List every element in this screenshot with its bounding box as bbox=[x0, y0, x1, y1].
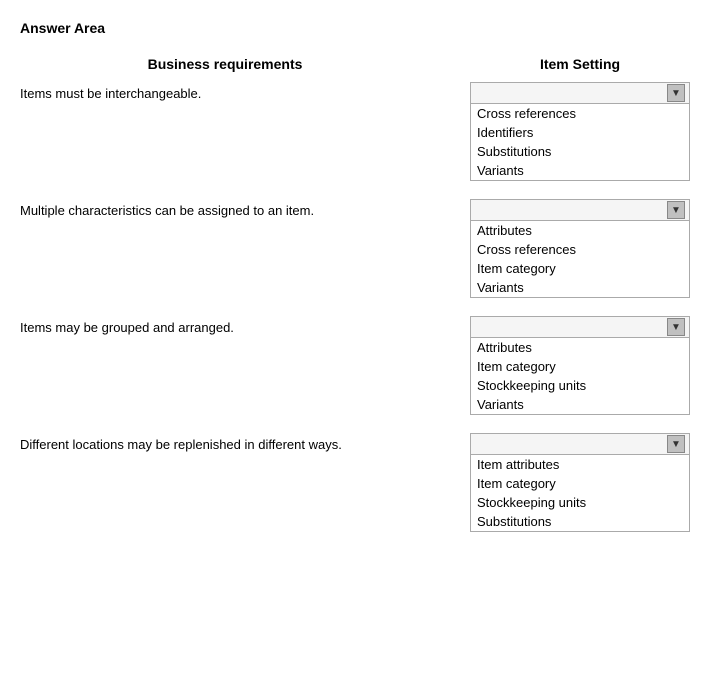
dropdown-options-2: AttributesCross referencesItem categoryV… bbox=[470, 221, 690, 298]
dropdown-option-2-2[interactable]: Cross references bbox=[471, 240, 689, 259]
dropdown-select-2[interactable]: ▼ bbox=[470, 199, 690, 221]
chevron-down-icon-4: ▼ bbox=[667, 435, 685, 453]
business-req-3: Items may be grouped and arranged. bbox=[20, 316, 470, 335]
dropdown-container-3: ▼ AttributesItem categoryStockkeeping uni… bbox=[470, 316, 690, 415]
rows-container: Items must be interchangeable. ▼ Cross ref… bbox=[20, 82, 690, 532]
dropdown-options-4: Item attributesItem categoryStockkeeping… bbox=[470, 455, 690, 532]
dropdown-option-3-2[interactable]: Item category bbox=[471, 357, 689, 376]
dropdown-option-3-4[interactable]: Variants bbox=[471, 395, 689, 414]
dropdown-option-1-2[interactable]: Identifiers bbox=[471, 123, 689, 142]
table-row: Items may be grouped and arranged. ▼ Attri… bbox=[20, 316, 690, 415]
dropdown-option-2-4[interactable]: Variants bbox=[471, 278, 689, 297]
table-row: Different locations may be replenished i… bbox=[20, 433, 690, 532]
dropdown-option-3-1[interactable]: Attributes bbox=[471, 338, 689, 357]
dropdown-option-4-4[interactable]: Substitutions bbox=[471, 512, 689, 531]
dropdown-option-4-1[interactable]: Item attributes bbox=[471, 455, 689, 474]
dropdown-option-1-3[interactable]: Substitutions bbox=[471, 142, 689, 161]
dropdown-select-4[interactable]: ▼ bbox=[470, 433, 690, 455]
dropdown-option-4-2[interactable]: Item category bbox=[471, 474, 689, 493]
table-row: Multiple characteristics can be assigned… bbox=[20, 199, 690, 298]
dropdown-container-1: ▼ Cross referencesIdentifiersSubstitution… bbox=[470, 82, 690, 181]
dropdown-options-3: AttributesItem categoryStockkeeping unit… bbox=[470, 338, 690, 415]
dropdown-options-1: Cross referencesIdentifiersSubstitutions… bbox=[470, 104, 690, 181]
dropdown-option-1-4[interactable]: Variants bbox=[471, 161, 689, 180]
page-title: Answer Area bbox=[20, 20, 690, 36]
dropdown-option-3-3[interactable]: Stockkeeping units bbox=[471, 376, 689, 395]
business-req-4: Different locations may be replenished i… bbox=[20, 433, 470, 452]
dropdown-select-1[interactable]: ▼ bbox=[470, 82, 690, 104]
business-req-2: Multiple characteristics can be assigned… bbox=[20, 199, 470, 218]
dropdown-option-4-3[interactable]: Stockkeeping units bbox=[471, 493, 689, 512]
dropdown-container-4: ▼ Item attributesItem categoryStockkeepin… bbox=[470, 433, 690, 532]
dropdown-option-2-3[interactable]: Item category bbox=[471, 259, 689, 278]
answer-area: Answer Area Business requirements Item S… bbox=[20, 20, 690, 532]
chevron-down-icon-3: ▼ bbox=[667, 318, 685, 336]
dropdown-option-1-1[interactable]: Cross references bbox=[471, 104, 689, 123]
business-column-header: Business requirements bbox=[20, 56, 470, 72]
table-header: Business requirements Item Setting bbox=[20, 56, 690, 72]
setting-column-header: Item Setting bbox=[470, 56, 690, 72]
business-req-1: Items must be interchangeable. bbox=[20, 82, 470, 101]
table-row: Items must be interchangeable. ▼ Cross ref… bbox=[20, 82, 690, 181]
main-table: Business requirements Item Setting Items… bbox=[20, 56, 690, 532]
chevron-down-icon-1: ▼ bbox=[667, 84, 685, 102]
dropdown-option-2-1[interactable]: Attributes bbox=[471, 221, 689, 240]
chevron-down-icon-2: ▼ bbox=[667, 201, 685, 219]
dropdown-select-3[interactable]: ▼ bbox=[470, 316, 690, 338]
dropdown-container-2: ▼ AttributesCross referencesItem category… bbox=[470, 199, 690, 298]
